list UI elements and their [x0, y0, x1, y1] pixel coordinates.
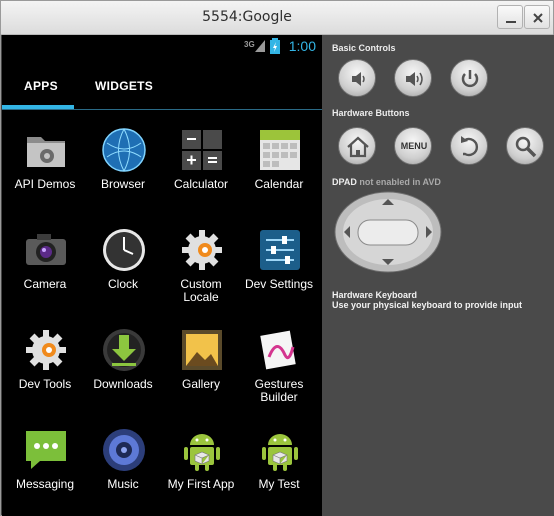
sliders-icon	[260, 230, 300, 270]
app-downloads[interactable]: Downloads	[83, 321, 163, 416]
volume-up-icon	[406, 72, 423, 86]
app-calculator[interactable]: Calculator	[161, 121, 241, 216]
volume-down-icon	[352, 72, 365, 86]
keyboard-note: Use your physical keyboard to provide in…	[332, 300, 523, 310]
dpad-status: not enabled in AVD	[359, 177, 441, 187]
app-label: Gestures Builder	[254, 377, 304, 404]
status-clock: 1:00	[288, 38, 316, 54]
app-gestures-builder[interactable]: Gestures Builder	[239, 321, 319, 416]
minimize-button[interactable]	[497, 5, 523, 29]
dpad-title: DPAD	[332, 177, 357, 187]
search-button[interactable]	[506, 127, 544, 165]
menu-button-label: MENU	[400, 141, 428, 151]
app-label: Camera	[23, 277, 67, 291]
message-icon	[26, 431, 66, 469]
picture-icon	[182, 330, 222, 370]
app-label: Messaging	[15, 477, 75, 491]
app-api-demos[interactable]: API Demos	[5, 121, 85, 216]
app-label: My Test	[258, 477, 300, 491]
android-icon	[184, 434, 220, 471]
title-bar[interactable]: 5554:Google	[1, 1, 553, 35]
status-bar: 3G 1:00	[2, 35, 322, 59]
app-label: My First App	[167, 477, 235, 491]
volume-up-button[interactable]	[394, 59, 432, 97]
tab-divider	[2, 109, 322, 110]
dpad-label: DPAD not enabled in AVD	[332, 177, 441, 187]
back-button[interactable]	[450, 127, 488, 165]
close-icon	[533, 13, 543, 23]
app-my-test[interactable]: My Test	[239, 421, 319, 516]
home-button[interactable]	[338, 127, 376, 165]
app-label: Music	[107, 477, 139, 491]
keyboard-section: Hardware Keyboard Use your physical keyb…	[332, 290, 522, 310]
speaker-icon	[103, 429, 145, 471]
minimize-icon	[506, 21, 516, 23]
volume-down-button[interactable]	[338, 59, 376, 97]
app-label: Calendar	[254, 177, 304, 191]
control-panel: Basic Controls Hardware Buttons MENU DPA…	[322, 35, 554, 516]
window-title: 5554:Google	[202, 9, 292, 25]
app-label: Dev Settings	[244, 277, 314, 291]
tab-widgets[interactable]: WIDGETS	[95, 79, 153, 93]
app-label: Clock	[107, 277, 138, 291]
globe-icon	[102, 128, 146, 172]
app-custom-locale[interactable]: Custom Locale	[161, 221, 241, 316]
app-gallery[interactable]: Gallery	[161, 321, 241, 416]
dpad-icon	[334, 191, 442, 273]
app-camera[interactable]: Camera	[5, 221, 85, 316]
app-label: Custom Locale	[180, 277, 222, 304]
app-calendar[interactable]: Calendar	[239, 121, 319, 216]
gesture-icon	[260, 330, 296, 370]
app-label: Browser	[100, 177, 145, 191]
gear-icon	[182, 230, 222, 270]
android-icon	[262, 434, 298, 471]
app-clock[interactable]: Clock	[83, 221, 163, 316]
menu-button[interactable]: MENU	[394, 127, 432, 165]
hardware-buttons-label: Hardware Buttons	[332, 108, 410, 118]
app-label: Calculator	[173, 177, 229, 191]
power-button[interactable]	[450, 59, 488, 97]
power-icon	[461, 70, 479, 88]
app-label: Gallery	[181, 377, 220, 391]
app-label: API Demos	[14, 177, 76, 191]
app-label: Downloads	[93, 377, 153, 391]
dpad[interactable]	[334, 191, 442, 273]
back-icon	[461, 136, 478, 157]
close-button[interactable]	[524, 5, 550, 29]
search-icon	[515, 136, 537, 158]
emulator-window: 5554:Google 3G 1:00 APPS WIDGETS API Dem…	[0, 0, 554, 516]
keyboard-label: Hardware Keyboard	[332, 290, 418, 300]
calculator-icon	[182, 130, 222, 170]
clock-icon	[103, 229, 145, 271]
app-label: Dev Tools	[18, 377, 72, 391]
download-icon	[103, 329, 145, 371]
signal-icon	[255, 40, 265, 52]
device-screen[interactable]: 3G 1:00 APPS WIDGETS API Demos Browser C…	[2, 35, 322, 516]
gear-icon	[26, 330, 66, 370]
app-my-first-app[interactable]: My First App	[161, 421, 241, 516]
app-dev-tools[interactable]: Dev Tools	[5, 321, 85, 416]
app-messaging[interactable]: Messaging	[5, 421, 85, 516]
app-browser[interactable]: Browser	[83, 121, 163, 216]
app-drawer-tabs: APPS WIDGETS	[2, 69, 322, 109]
calendar-icon	[260, 130, 300, 170]
basic-controls-label: Basic Controls	[332, 43, 396, 53]
folder-gear-icon	[27, 137, 65, 167]
tab-apps[interactable]: APPS	[24, 79, 58, 93]
home-icon	[347, 136, 369, 158]
camera-icon	[26, 234, 66, 265]
battery-icon	[270, 38, 280, 54]
app-music[interactable]: Music	[83, 421, 163, 516]
app-dev-settings[interactable]: Dev Settings	[239, 221, 319, 316]
